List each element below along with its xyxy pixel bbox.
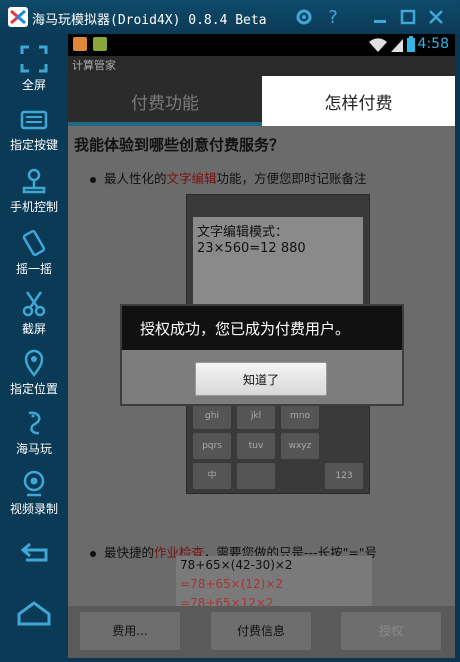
battery-icon [407,36,415,52]
dialog-ok-button[interactable]: 知道了 [195,362,327,396]
preview-key: wxyz [281,433,319,459]
preview-key: tuv [237,433,275,459]
location-pin-icon [24,349,44,378]
maximize-icon[interactable] [397,6,419,28]
feature-bullet-text-edit: 最人性化的文字编辑功能，方便您即时记账备注 [90,168,367,187]
tab-paid-features[interactable]: 付费功能 [68,76,262,126]
fullscreen-icon [20,45,48,73]
sidebar-item-label: 海马玩 [15,442,52,456]
preview-key: pqrs [193,433,231,459]
status-bar: 4:58 [68,34,455,56]
wifi-icon [369,38,387,52]
page-heading: 我能体验到哪些创意付费服务？ [74,136,285,154]
android-screen: 4:58 计算管家 付费功能 怎样付费 我能体验到哪些创意付费服务？ 最人性化的… [68,34,455,658]
phone-preview-line2: 23×560=12 880 [197,241,306,256]
math-line: =78+65×12×2 [180,596,274,606]
webcam-icon [23,470,45,497]
app-title: 计算管家 [72,59,116,72]
keyboard-icon [20,110,48,130]
bottom-button-bar: 费用... 付费信息 授权 [68,606,455,658]
authorization-dialog: 授权成功，您已成为付费用户。 知道了 [120,304,404,406]
minimize-icon[interactable] [369,6,391,28]
sidebar-item-fullscreen[interactable]: 全屏 [0,40,68,96]
bullet-dot [90,176,96,183]
bullet-dot [90,550,96,557]
sidebar-item-label: 摇一摇 [15,262,52,276]
joystick-icon [22,168,46,194]
app-logo-icon [8,7,28,27]
math-line: =78+65×(12)×2 [180,577,284,591]
status-clock: 4:58 [417,36,449,52]
sidebar-item-shake[interactable]: 摇一摇 [0,224,68,280]
tab-bar: 付费功能 怎样付费 [68,76,455,126]
scissors-icon [22,291,46,317]
shake-icon [22,229,46,257]
preview-key: 中 [193,463,231,489]
notification-calc-icon [93,37,107,51]
math-example-box: 78+65×(42-30)×2 =78+65×(12)×2 =78+65×12×… [176,556,372,606]
window-title: 海马玩模拟器(Droid4X) 0.8.4 Beta [32,13,267,28]
preview-key: mno [281,403,319,429]
seahorse-icon [28,411,41,435]
signal-icon [391,39,403,52]
sidebar-item-location[interactable]: 指定位置 [0,344,68,400]
dialog-message-area: 授权成功，您已成为付费用户。 [122,306,402,350]
tab-how-to-pay[interactable]: 怎样付费 [262,76,455,126]
payment-info-button[interactable]: 付费信息 [211,612,311,650]
preview-key: 123 [325,463,363,489]
sidebar-item-home[interactable] [0,594,68,650]
svg-text:?: ? [328,7,338,28]
close-icon[interactable] [425,6,447,28]
phone-preview-keypad: ghi jkl mno pqrs tuv wxyz 中 123 [193,403,363,491]
home-icon [17,601,51,626]
sidebar-item-label: 指定位置 [9,382,58,396]
sidebar-item-label: 手机控制 [9,200,58,214]
sidebar-item-video-record[interactable]: 视频录制 [0,464,68,520]
sidebar-item-label: 视频录制 [9,502,58,516]
sidebar-item-label: 全屏 [21,78,46,92]
sidebar-item-label: 截屏 [21,322,46,336]
help-icon[interactable]: ? [322,6,344,28]
preview-key [237,463,275,489]
dialog-message: 授权成功，您已成为付费用户。 [140,320,351,338]
app-title-bar: 计算管家 [68,56,455,76]
emulator-sidebar: 全屏 指定按键 手机控制 摇一摇 截屏 指定位置 海马玩 视频录制 [0,34,68,662]
sidebar-item-back[interactable] [0,534,68,590]
sidebar-item-keymap[interactable]: 指定按键 [0,100,68,156]
back-icon [20,542,48,562]
sidebar-item-screenshot[interactable]: 截屏 [0,284,68,340]
math-line: 78+65×(42-30)×2 [180,558,293,572]
sidebar-item-phone-control[interactable]: 手机控制 [0,162,68,218]
sidebar-item-haimawan[interactable]: 海马玩 [0,404,68,460]
notification-app-icon [73,37,87,51]
sidebar-item-label: 指定按键 [9,138,58,152]
window-titlebar: 海马玩模拟器(Droid4X) 0.8.4 Beta ? [0,0,460,34]
phone-preview-line1: 文字编辑模式： [197,225,289,240]
preview-key: jkl [237,403,275,429]
fees-button[interactable]: 费用... [80,612,180,650]
authorize-button[interactable]: 授权 [341,612,441,650]
preview-key: ghi [193,403,231,429]
settings-gear-icon[interactable] [293,6,315,28]
